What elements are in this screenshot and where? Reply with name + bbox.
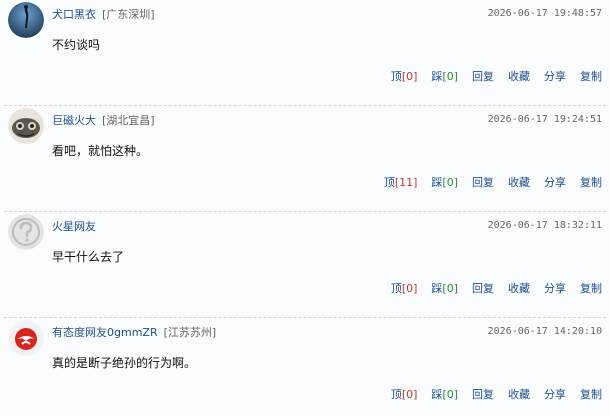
username-link[interactable]: 火星网友 (52, 218, 102, 234)
comment-text: 早干什么去了 (52, 250, 125, 264)
share-button[interactable]: 分享 (544, 68, 566, 84)
user-avatar[interactable] (8, 214, 44, 250)
username-link[interactable]: 巨磁火大 [湖北宜昌] (52, 112, 155, 128)
comment-actions: 顶[0] 踩[0] 回复 收藏 分享 复制 (377, 68, 602, 84)
favorite-button[interactable]: 收藏 (508, 280, 530, 296)
comment-item: 犬口黑衣 [广东深圳] 2026-06-17 19:48:57 不约谈吗 顶[0]… (0, 0, 610, 106)
username-text[interactable]: 有态度网友0gmmZR (52, 326, 158, 339)
upvote-button[interactable]: 顶[0] (391, 68, 418, 84)
reply-button[interactable]: 回复 (472, 68, 494, 84)
comment-timestamp: 2026-06-17 18:32:11 (487, 220, 602, 231)
username-text[interactable]: 巨磁火大 (52, 114, 96, 127)
user-location: [湖北宜昌] (102, 114, 155, 127)
copy-button[interactable]: 复制 (580, 280, 602, 296)
comment-text: 真的是断子绝孙的行为啊。 (52, 356, 197, 370)
user-avatar[interactable] (8, 320, 44, 356)
username-link[interactable]: 有态度网友0gmmZR [江苏苏州] (52, 324, 216, 340)
reply-button[interactable]: 回复 (472, 386, 494, 402)
upvote-count: [0] (401, 388, 418, 401)
upvote-count: [0] (401, 282, 418, 295)
comment-timestamp: 2026-06-17 19:48:57 (487, 8, 602, 19)
downvote-button[interactable]: 踩[0] (431, 174, 458, 190)
reply-button[interactable]: 回复 (472, 174, 494, 190)
copy-button[interactable]: 复制 (580, 386, 602, 402)
share-button[interactable]: 分享 (544, 280, 566, 296)
comment-actions: 顶[11] 踩[0] 回复 收藏 分享 复制 (370, 174, 602, 190)
upvote-count: [0] (401, 70, 418, 83)
downvote-count: [0] (442, 70, 458, 83)
comment-text: 不约谈吗 (52, 38, 101, 52)
comment-text: 看吧，就怕这种。 (52, 144, 149, 158)
downvote-button[interactable]: 踩[0] (431, 386, 458, 402)
comment-actions: 顶[0] 踩[0] 回复 收藏 分享 复制 (377, 280, 602, 296)
comment-item: 火星网友 2026-06-17 18:32:11 早干什么去了 顶[0] 踩[0… (0, 212, 610, 318)
comment-item: 有态度网友0gmmZR [江苏苏州] 2026-06-17 14:20:10 真的… (0, 318, 610, 416)
username-link[interactable]: 犬口黑衣 [广东深圳] (52, 6, 155, 22)
upvote-count: [11] (394, 176, 418, 189)
favorite-button[interactable]: 收藏 (508, 174, 530, 190)
username-text[interactable]: 犬口黑衣 (52, 8, 96, 21)
comment-actions: 顶[0] 踩[0] 回复 收藏 分享 复制 (377, 386, 602, 402)
share-button[interactable]: 分享 (544, 386, 566, 402)
user-avatar[interactable] (8, 2, 44, 38)
downvote-button[interactable]: 踩[0] (431, 280, 458, 296)
upvote-button[interactable]: 顶[11] (384, 174, 418, 190)
reply-button[interactable]: 回复 (472, 280, 494, 296)
upvote-button[interactable]: 顶[0] (391, 386, 418, 402)
user-location: [江苏苏州] (163, 326, 217, 339)
username-text[interactable]: 火星网友 (52, 220, 96, 233)
downvote-count: [0] (442, 176, 458, 189)
user-location: [广东深圳] (102, 8, 155, 21)
upvote-button[interactable]: 顶[0] (391, 280, 418, 296)
downvote-count: [0] (442, 282, 458, 295)
share-button[interactable]: 分享 (544, 174, 566, 190)
downvote-count: [0] (442, 388, 458, 401)
comment-timestamp: 2026-06-17 19:24:51 (487, 114, 602, 125)
user-avatar[interactable] (8, 108, 44, 144)
comment-timestamp: 2026-06-17 14:20:10 (487, 326, 602, 337)
downvote-button[interactable]: 踩[0] (431, 68, 458, 84)
comment-item: 巨磁火大 [湖北宜昌] 2026-06-17 19:24:51 看吧，就怕这种。 … (0, 106, 610, 212)
copy-button[interactable]: 复制 (580, 174, 602, 190)
copy-button[interactable]: 复制 (580, 68, 602, 84)
comment-list: 犬口黑衣 [广东深圳] 2026-06-17 19:48:57 不约谈吗 顶[0]… (0, 0, 610, 416)
favorite-button[interactable]: 收藏 (508, 68, 530, 84)
favorite-button[interactable]: 收藏 (508, 386, 530, 402)
